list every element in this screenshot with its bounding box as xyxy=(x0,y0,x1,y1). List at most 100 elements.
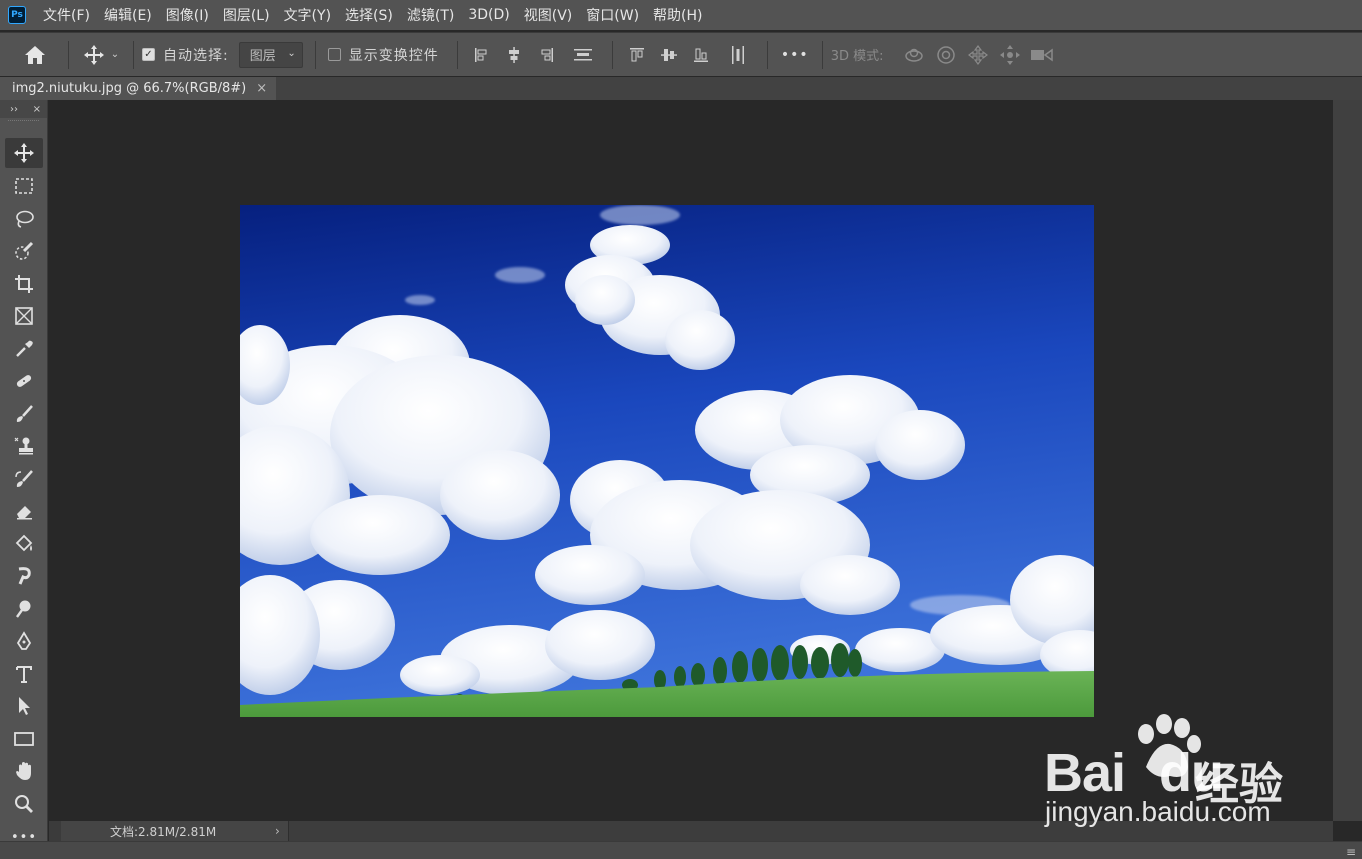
move-tool-preset-button[interactable]: ⌄ xyxy=(77,40,125,70)
menu-select[interactable]: 选择(S) xyxy=(338,0,400,30)
panel-menu-icon[interactable]: ≡ xyxy=(1346,845,1356,859)
menu-image[interactable]: 图像(I) xyxy=(159,0,216,30)
align-vcenter-icon xyxy=(660,48,677,61)
bandage-icon xyxy=(16,375,32,387)
vertical-scrollbar[interactable] xyxy=(1333,100,1362,821)
menu-filter[interactable]: 滤镜(T) xyxy=(400,0,461,30)
type-tool[interactable] xyxy=(5,659,43,689)
lasso-tool[interactable] xyxy=(5,204,43,234)
3d-mode-label: 3D 模式: xyxy=(830,49,884,64)
paint-bucket-tool[interactable] xyxy=(5,529,43,559)
zoom-tool[interactable] xyxy=(5,789,43,819)
document-image[interactable] xyxy=(240,205,1094,717)
align-bottom-edges-button[interactable] xyxy=(685,40,717,70)
status-menu-arrow[interactable]: › xyxy=(275,824,280,838)
menu-view[interactable]: 视图(V) xyxy=(517,0,580,30)
close-icon[interactable]: × xyxy=(256,81,267,96)
dodge-tool[interactable] xyxy=(5,594,43,624)
smudge-tool[interactable] xyxy=(5,561,43,591)
lasso-icon xyxy=(16,210,34,228)
history-brush-tool[interactable] xyxy=(5,464,43,494)
roll-3d-icon xyxy=(936,45,955,64)
crop-icon xyxy=(15,275,33,293)
path-selection-tool[interactable] xyxy=(5,691,43,721)
3d-roll-button[interactable] xyxy=(930,40,962,70)
close-icon[interactable]: × xyxy=(33,104,41,115)
separator xyxy=(821,40,823,69)
document-size-info[interactable]: 文档:2.81M/2.81M xyxy=(110,823,275,840)
move-icon xyxy=(14,143,34,163)
home-button[interactable] xyxy=(10,40,60,70)
menu-3d[interactable]: 3D(D) xyxy=(461,0,516,30)
frame-icon xyxy=(15,307,33,325)
bottom-panel-bar: ≡ xyxy=(0,841,1362,859)
menu-help[interactable]: 帮助(H) xyxy=(646,0,709,30)
align-left-edges-button[interactable] xyxy=(466,40,498,70)
stamp-icon xyxy=(14,437,33,455)
hand-tool[interactable] xyxy=(5,756,43,786)
align-right-edges-button[interactable] xyxy=(530,40,562,70)
video-camera-icon xyxy=(1030,48,1053,61)
align-right-icon xyxy=(541,47,553,62)
path-selection-icon xyxy=(19,697,30,715)
distribute-vertical-button[interactable] xyxy=(562,40,604,70)
3d-slide-button[interactable] xyxy=(994,40,1026,70)
distribute-horizontal-button[interactable] xyxy=(717,40,759,70)
slide-3d-icon xyxy=(999,44,1020,65)
rectangular-marquee-tool[interactable] xyxy=(5,171,43,201)
panel-grip[interactable] xyxy=(8,120,39,128)
align-left-icon xyxy=(474,47,487,62)
brush-icon xyxy=(16,405,33,422)
tools-panel-header: ›› × xyxy=(0,100,47,118)
hand-icon xyxy=(16,762,31,780)
3d-scale-button[interactable] xyxy=(1026,40,1058,70)
clone-stamp-tool[interactable] xyxy=(5,431,43,461)
document-tab[interactable]: img2.niutuku.jpg @ 66.7%(RGB/8#) × xyxy=(0,77,276,100)
drag-3d-icon xyxy=(967,44,988,65)
3d-drag-button[interactable] xyxy=(962,40,994,70)
separator xyxy=(68,40,69,69)
auto-select-target-dropdown[interactable]: 图层 ⌄ xyxy=(238,41,303,68)
menu-edit[interactable]: 编辑(E) xyxy=(97,0,159,30)
align-top-icon xyxy=(629,47,644,61)
more-options-button[interactable]: ••• xyxy=(776,40,814,70)
move-tool[interactable] xyxy=(5,138,43,168)
menu-window[interactable]: 窗口(W) xyxy=(579,0,646,30)
show-transform-controls-label: 显示变换控件 xyxy=(348,47,439,64)
status-bar-toggle[interactable] xyxy=(49,821,61,841)
tools-panel: ›› × ••• xyxy=(0,100,48,859)
menu-type[interactable]: 文字(Y) xyxy=(277,0,338,30)
crop-tool[interactable] xyxy=(5,269,43,299)
options-bar: ⌄ ✓ 自动选择: 图层 ⌄ 显示变换控件 ••• 3D 模式: xyxy=(0,32,1362,76)
move-icon xyxy=(83,44,104,65)
chevron-down-icon: ⌄ xyxy=(110,49,120,60)
align-vertical-centers-button[interactable] xyxy=(653,40,685,70)
marquee-icon xyxy=(15,178,33,194)
menu-bar: Ps 文件(F) 编辑(E) 图像(I) 图层(L) 文字(Y) 选择(S) 滤… xyxy=(0,0,1362,30)
show-transform-controls-checkbox[interactable] xyxy=(327,48,341,61)
healing-brush-tool[interactable] xyxy=(5,366,43,396)
photoshop-logo-icon[interactable]: Ps xyxy=(8,6,26,24)
3d-orbit-button[interactable] xyxy=(898,40,930,70)
frame-tool[interactable] xyxy=(5,301,43,331)
zoom-icon xyxy=(15,795,33,813)
pen-icon xyxy=(16,631,32,650)
align-horizontal-centers-button[interactable] xyxy=(498,40,530,70)
menu-layer[interactable]: 图层(L) xyxy=(216,0,277,30)
brush-tool[interactable] xyxy=(5,399,43,429)
collapse-panel-icon[interactable]: ›› xyxy=(10,104,18,115)
quick-selection-icon xyxy=(15,241,34,260)
history-brush-icon xyxy=(15,470,33,487)
quick-selection-tool[interactable] xyxy=(5,236,43,266)
distribute-icon xyxy=(573,48,592,60)
pen-tool[interactable] xyxy=(5,626,43,656)
separator xyxy=(456,40,458,69)
align-top-edges-button[interactable] xyxy=(621,40,653,70)
rectangle-tool[interactable] xyxy=(5,724,43,754)
eyedropper-tool[interactable] xyxy=(5,334,43,364)
separator xyxy=(611,40,613,69)
eraser-tool[interactable] xyxy=(5,496,43,526)
auto-select-checkbox[interactable]: ✓ xyxy=(142,48,155,61)
menu-file[interactable]: 文件(F) xyxy=(36,0,97,30)
document-tab-title: img2.niutuku.jpg @ 66.7%(RGB/8#) xyxy=(12,81,247,96)
